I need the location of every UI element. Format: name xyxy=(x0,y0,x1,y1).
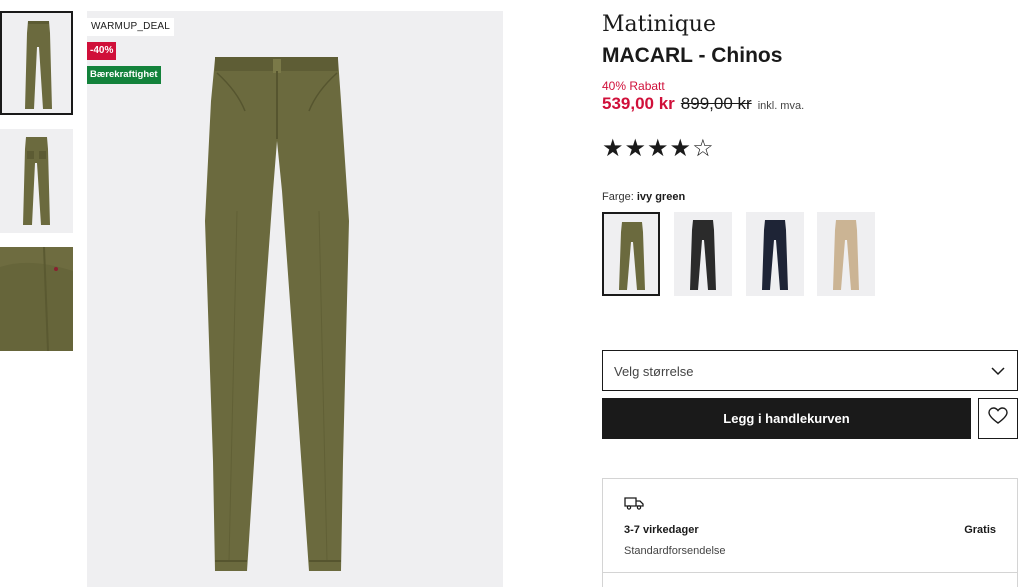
product-title: MACARL - Chinos xyxy=(602,44,783,67)
color-value: ivy green xyxy=(636,191,686,203)
warmup-deal-badge: WARMUP_DEAL xyxy=(87,18,175,36)
color-swatch-navy[interactable] xyxy=(746,212,804,296)
price-row: 539,00 kr 899,00 kr inkl. mva. xyxy=(602,94,804,114)
wishlist-button[interactable] xyxy=(978,398,1018,439)
divider xyxy=(603,572,1017,573)
brand-name[interactable]: Matinique xyxy=(602,12,716,37)
original-price: 899,00 kr xyxy=(680,94,752,113)
thumbnail-detail[interactable] xyxy=(0,247,73,351)
thumbnail-front[interactable] xyxy=(0,11,73,115)
add-to-cart-button[interactable]: Legg i handlekurven xyxy=(602,398,971,439)
discount-label: 40% Rabatt xyxy=(602,79,665,93)
size-select-placeholder: Velg størrelse xyxy=(614,364,694,379)
delivery-info: 3-7 virkedager Gratis Standardforsendels… xyxy=(602,478,1018,587)
color-swatch-black[interactable] xyxy=(674,212,732,296)
thumbnail-back[interactable] xyxy=(0,129,73,233)
vat-note: inkl. mva. xyxy=(757,100,805,112)
current-price: 539,00 kr xyxy=(602,94,675,113)
delivery-days: 3-7 virkedager xyxy=(624,524,699,536)
chevron-down-icon xyxy=(990,363,1006,384)
size-select[interactable]: Velg størrelse xyxy=(602,350,1018,391)
truck-icon xyxy=(624,496,644,515)
delivery-method: Standardforsendelse xyxy=(624,545,726,557)
discount-badge: -40% xyxy=(87,42,117,60)
color-label: Farge: ivy green xyxy=(602,191,685,203)
color-label-prefix: Farge: xyxy=(602,191,634,203)
color-swatch-ivy-green[interactable] xyxy=(602,212,660,296)
delivery-price: Gratis xyxy=(964,524,996,536)
product-image[interactable] xyxy=(87,11,503,587)
color-swatch-beige[interactable] xyxy=(817,212,875,296)
sustainability-badge: Bærekraftighet xyxy=(87,66,161,84)
rating-stars[interactable]: ★★★★☆ xyxy=(602,134,715,164)
heart-icon xyxy=(988,407,1008,430)
